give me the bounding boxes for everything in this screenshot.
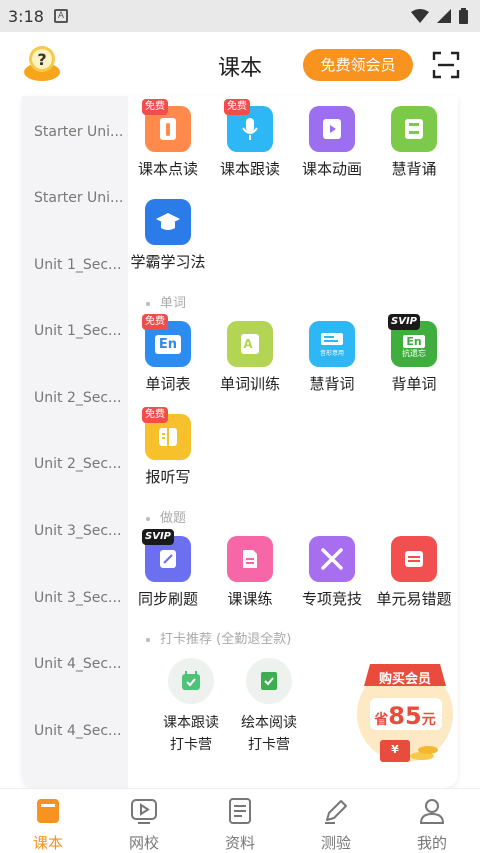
sidebar-unit[interactable]: Unit 4_Sec...	[34, 723, 126, 739]
signal-icon	[437, 9, 451, 23]
svg-text:A: A	[243, 337, 253, 351]
smart-recite[interactable]: 慧背诵	[374, 106, 454, 179]
wifi-icon	[411, 9, 429, 23]
tab-textbook[interactable]: 课本	[0, 789, 96, 853]
sidebar-unit[interactable]: Unit 3_Sec...	[34, 590, 126, 606]
textbook-animation[interactable]: 课本动画	[292, 106, 372, 179]
dictation-book-icon: 免费	[142, 407, 191, 460]
play-screen-icon	[131, 799, 157, 824]
item-label: 课本跟读	[219, 160, 280, 178]
status-bar: 3:18 A	[0, 0, 480, 32]
promo-saving: 省85元	[374, 702, 436, 730]
word-training[interactable]: A 单词训练	[210, 321, 290, 394]
promo-badge-text: 购买会员	[378, 672, 431, 687]
item-label: 同步刷题	[137, 590, 198, 608]
word-card-icon: 音形意用	[309, 321, 355, 367]
study-methods[interactable]: 学霸学习法	[128, 199, 208, 272]
user-icon	[419, 799, 445, 824]
item-label: 单元易错题	[376, 590, 452, 608]
sidebar-unit[interactable]: Unit 4_Sec...	[34, 656, 126, 672]
scan-icon[interactable]	[432, 51, 460, 79]
item-label: 学霸学习法	[130, 253, 206, 271]
item-label: 单词表	[145, 375, 191, 393]
calendar-check-icon	[168, 658, 214, 704]
crossed-swords-icon	[309, 536, 355, 582]
status-time: 3:18	[8, 6, 44, 26]
top-header: ? 课本 免费领会员	[0, 32, 480, 96]
letter-a-pen-icon: A	[227, 321, 273, 367]
edit-document-icon: SVIP	[142, 529, 191, 582]
notebook-icon	[391, 106, 437, 152]
sidebar-unit[interactable]: Unit 2_Sec...	[34, 456, 126, 472]
follow-read-camp[interactable]: 课本跟读 打卡营	[146, 658, 236, 756]
memorize-words[interactable]: SVIP En 抗遗忘 背单词	[374, 314, 454, 394]
lesson-practice[interactable]: 课课练	[210, 536, 290, 609]
microphone-icon: 免费	[224, 99, 273, 152]
free-tag: 免费	[142, 407, 168, 423]
battery-icon	[459, 8, 468, 24]
special-competition[interactable]: 专项竞技	[292, 536, 372, 609]
sidebar-unit[interactable]: Unit 1_Sec...	[34, 323, 126, 339]
item-label: 报听写	[145, 468, 191, 486]
graduation-cap-icon	[145, 199, 191, 245]
tab-quiz[interactable]: 测验	[288, 789, 384, 853]
document-icon	[227, 536, 273, 582]
item-label: 单词训练	[219, 375, 280, 393]
document-100-icon	[229, 798, 251, 824]
en-memory-icon: SVIP En 抗遗忘	[388, 314, 437, 367]
camp-label: 课本跟读 打卡营	[163, 715, 219, 753]
item-label: 慧背词	[309, 375, 355, 393]
unit-error-questions[interactable]: 单元易错题	[374, 536, 454, 609]
item-label: 专项竞技	[301, 590, 362, 608]
tab-online-school[interactable]: 网校	[96, 789, 192, 853]
dictation[interactable]: 免费 报听写	[128, 407, 208, 487]
video-book-icon	[309, 106, 355, 152]
error-book-icon	[391, 536, 437, 582]
finger-touch-icon: 免费	[142, 99, 191, 152]
section-checkin-title: 打卡推荐 (全勤退全款)	[146, 628, 291, 647]
svip-tag: SVIP	[142, 529, 174, 545]
camp-label: 绘本阅读 打卡营	[241, 715, 297, 753]
free-tag: 免费	[224, 99, 250, 115]
bottom-tab-bar: 课本 网校 资料 测验 我的	[0, 788, 480, 853]
sidebar-unit[interactable]: Unit 1_Sec...	[34, 257, 126, 273]
textbook-tab-icon	[37, 799, 59, 823]
free-tag: 免费	[142, 314, 168, 330]
sidebar-unit[interactable]: Starter Uni...	[34, 190, 126, 206]
free-vip-button[interactable]: 免费领会员	[303, 49, 413, 81]
textbook-follow-read[interactable]: 免费 课本跟读	[210, 99, 290, 179]
pen-icon	[325, 800, 347, 824]
item-label: 慧背诵	[391, 160, 437, 178]
sidebar-unit[interactable]: Starter Uni...	[34, 124, 126, 140]
book-check-icon	[246, 658, 292, 704]
item-label: 背单词	[391, 375, 437, 393]
item-label: 课课练	[227, 590, 273, 608]
picture-book-camp[interactable]: 绘本阅读 打卡营	[224, 658, 314, 756]
free-tag: 免费	[142, 99, 168, 115]
textbook-click-read[interactable]: 免费 课本点读	[128, 99, 208, 179]
tab-materials[interactable]: 资料	[192, 789, 288, 853]
sync-practice[interactable]: SVIP 同步刷题	[128, 529, 208, 609]
buy-vip-promo[interactable]: 购买会员 省85元 ¥	[350, 652, 460, 772]
notification-a-icon: A	[53, 9, 68, 23]
en-book-icon: 免费 En	[142, 314, 191, 367]
yen-symbol: ¥	[391, 743, 399, 756]
section-exercises-title: 做题	[146, 507, 186, 526]
section-words-title: 单词	[146, 292, 186, 311]
smart-word-recite[interactable]: 音形意用 慧背词	[292, 321, 372, 394]
unit-sidebar: Starter Uni... Starter Uni... Unit 1_Sec…	[22, 96, 128, 788]
svip-tag: SVIP	[388, 314, 420, 330]
item-label: 课本动画	[301, 160, 362, 178]
sidebar-unit[interactable]: Unit 2_Sec...	[34, 390, 126, 406]
tab-mine[interactable]: 我的	[384, 789, 480, 853]
word-list[interactable]: 免费 En 单词表	[128, 314, 208, 394]
sidebar-unit[interactable]: Unit 3_Sec...	[34, 523, 126, 539]
item-label: 课本点读	[137, 160, 198, 178]
